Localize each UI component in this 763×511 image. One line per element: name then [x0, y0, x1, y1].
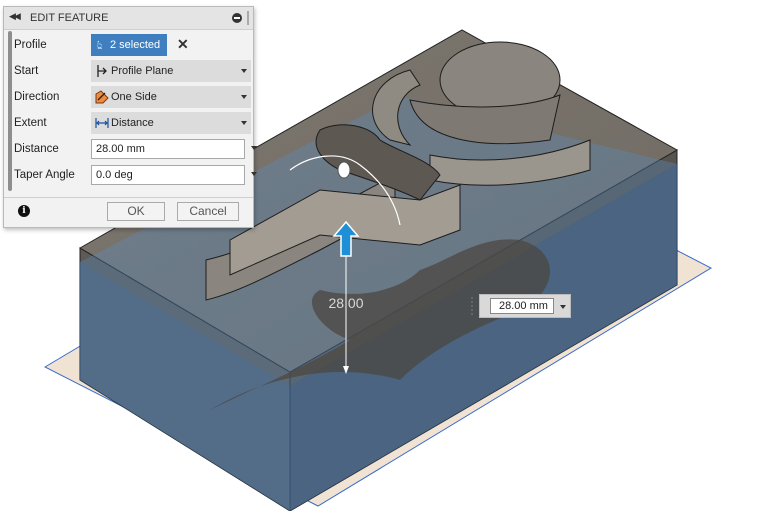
angle-manipulator-handle[interactable]	[337, 161, 351, 179]
minimize-icon[interactable]	[232, 13, 242, 23]
start-row: Start Profile Plane	[14, 60, 252, 82]
chevron-down-icon	[241, 69, 247, 73]
start-label: Start	[14, 65, 39, 77]
direction-value: One Side	[111, 91, 157, 103]
panel-title: EDIT FEATURE	[30, 12, 109, 24]
profile-label: Profile	[14, 39, 47, 51]
start-value: Profile Plane	[111, 65, 174, 77]
distance-label: Distance	[14, 143, 59, 155]
chevron-down-icon	[241, 95, 247, 99]
direction-dropdown[interactable]: One Side	[91, 86, 251, 108]
profile-plane-icon	[97, 65, 107, 77]
cursor-icon: 👆︎	[97, 38, 103, 52]
distance-row: Distance 28.00 mm	[14, 138, 257, 160]
input-drag-handle[interactable]	[471, 297, 473, 315]
distance-value: 28.00 mm	[96, 143, 145, 155]
panel-side-bar	[8, 31, 12, 191]
taper-angle-label: Taper Angle	[14, 169, 75, 181]
direction-label: Direction	[14, 91, 60, 103]
taper-angle-field[interactable]: 0.0 deg	[91, 165, 245, 185]
profile-select-button[interactable]: 👆︎ 2 selected	[91, 34, 167, 56]
profile-value: 2 selected	[110, 39, 161, 51]
panel-grip-handle[interactable]	[247, 11, 249, 25]
distance-input-field[interactable]: 28.00 mm	[490, 298, 554, 314]
extent-row: Extent Distance	[14, 112, 252, 134]
extent-dropdown[interactable]: Distance	[91, 112, 251, 134]
chevron-down-icon[interactable]	[251, 172, 257, 176]
chevron-down-icon	[241, 121, 247, 125]
extent-label: Extent	[14, 117, 47, 129]
taper-angle-row: Taper Angle 0.0 deg	[14, 164, 257, 186]
panel-header[interactable]: ◀◀ EDIT FEATURE	[4, 7, 253, 30]
start-dropdown[interactable]: Profile Plane	[91, 60, 251, 82]
taper-angle-value: 0.0 deg	[96, 169, 133, 181]
direction-row: Direction One Side	[14, 86, 252, 108]
collapse-icon[interactable]: ◀◀	[9, 11, 21, 22]
distance-input-widget: 28.00 mm	[479, 294, 571, 318]
cancel-button[interactable]: Cancel	[177, 202, 239, 221]
edit-feature-panel: ◀◀ EDIT FEATURE Profile 👆︎ 2 selected ✕ …	[3, 6, 257, 228]
chevron-down-icon[interactable]	[560, 305, 566, 309]
extent-value: Distance	[111, 117, 154, 129]
panel-divider	[4, 197, 253, 198]
distance-icon	[95, 118, 109, 128]
clear-selection-icon[interactable]: ✕	[177, 36, 189, 53]
distance-field[interactable]: 28.00 mm	[91, 139, 245, 159]
chevron-down-icon[interactable]	[251, 146, 257, 150]
profile-row: Profile 👆︎ 2 selected ✕	[14, 34, 252, 56]
dimension-value-label: 28.00	[328, 295, 363, 311]
info-icon[interactable]: i	[18, 205, 30, 217]
distance-input-value: 28.00 mm	[499, 300, 548, 312]
ok-button[interactable]: OK	[107, 202, 165, 221]
one-side-icon	[95, 90, 109, 104]
